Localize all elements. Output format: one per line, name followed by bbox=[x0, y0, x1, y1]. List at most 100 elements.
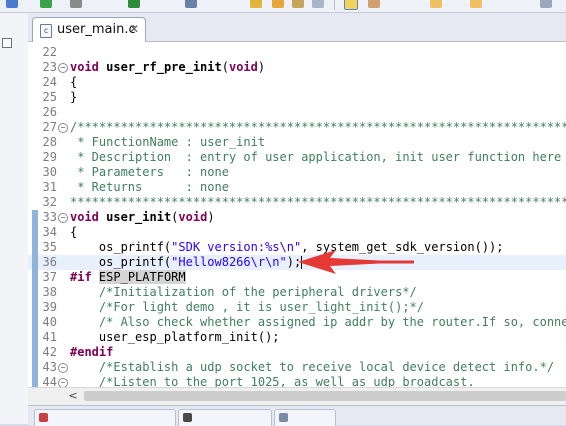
run-icon[interactable] bbox=[40, 0, 52, 8]
code-token: "Hellow8266\r\n" bbox=[171, 255, 287, 269]
code-text: #if ESP_PLATFORM bbox=[70, 270, 186, 285]
bottom-panel-tab-bar bbox=[28, 405, 566, 426]
code-token: void bbox=[228, 60, 258, 74]
bottom-tab-console[interactable] bbox=[178, 409, 272, 426]
code-token: ) bbox=[207, 210, 215, 224]
code-line[interactable]: 35 os_printf("SDK version:%s\n", system_… bbox=[28, 240, 566, 255]
fold-toggle-icon[interactable]: − bbox=[58, 123, 68, 133]
code-text: /***************************************… bbox=[70, 120, 566, 135]
code-token: ); bbox=[286, 255, 302, 269]
line-number: 35 bbox=[42, 240, 57, 254]
debug-icon[interactable] bbox=[70, 0, 82, 8]
restore-view-icon[interactable] bbox=[2, 38, 12, 48]
toolbar-separator bbox=[334, 0, 335, 10]
code-line[interactable]: 23− void user_rf_pre_init(void) bbox=[28, 60, 566, 75]
code-token: } bbox=[70, 90, 78, 104]
code-line[interactable]: 41 user_esp_platform_init(); bbox=[28, 330, 566, 345]
code-token: /*Listen to the port 1025, as well as ud… bbox=[70, 375, 475, 387]
code-line[interactable]: 31 * Returns : none bbox=[28, 180, 566, 195]
close-icon[interactable]: ✕ bbox=[129, 22, 139, 36]
scroll-left-arrow-icon[interactable]: < bbox=[66, 389, 80, 403]
code-text: user_esp_platform_init(); bbox=[70, 330, 280, 345]
forward-icon[interactable] bbox=[470, 0, 482, 8]
c-source-file-icon: c bbox=[40, 24, 52, 38]
code-line[interactable]: 29 * Description : entry of user applica… bbox=[28, 150, 566, 165]
code-text: * FunctionName : user_init bbox=[70, 135, 265, 150]
code-line[interactable]: 28 * FunctionName : user_init bbox=[28, 135, 566, 150]
code-token: * Returns : none bbox=[70, 180, 229, 194]
line-number: 38 bbox=[42, 285, 57, 299]
folder-icon[interactable] bbox=[272, 0, 284, 8]
build-icon[interactable] bbox=[6, 0, 18, 8]
code-editor[interactable]: 22 23− void user_rf_pre_init(void) 24{25} 26… bbox=[28, 42, 566, 387]
code-token: ( bbox=[221, 60, 229, 74]
perspective-icon[interactable] bbox=[540, 0, 552, 8]
code-line[interactable]: 34 { bbox=[28, 225, 566, 240]
next-annotation-icon[interactable] bbox=[368, 0, 380, 8]
line-number: 41 bbox=[42, 330, 57, 344]
code-line[interactable]: 44− /*Listen to the port 1025, as well a… bbox=[28, 375, 566, 387]
code-line[interactable]: 26 bbox=[28, 105, 566, 120]
tab-user-main-c[interactable]: c user_main.c ✕ bbox=[32, 17, 146, 42]
text-caret bbox=[301, 256, 303, 269]
horizontal-scrollbar[interactable]: < bbox=[28, 387, 566, 405]
line-number: 29 bbox=[42, 150, 57, 164]
line-number: 43 bbox=[42, 360, 57, 374]
code-line[interactable]: 37 #if ESP_PLATFORM bbox=[28, 270, 566, 285]
code-token: /*Establish a udp socket to receive loca… bbox=[70, 360, 555, 374]
scrollbar-thumb[interactable] bbox=[84, 391, 566, 401]
code-line[interactable]: 38 /*Initialization of the peripheral dr… bbox=[28, 285, 566, 300]
left-view-strip bbox=[0, 13, 29, 424]
search-icon[interactable] bbox=[292, 0, 304, 8]
line-number: 25 bbox=[42, 90, 57, 104]
back-icon[interactable] bbox=[430, 0, 442, 8]
save-icon[interactable] bbox=[185, 0, 197, 8]
code-line[interactable]: 32 **************************************… bbox=[28, 195, 566, 210]
line-number: 30 bbox=[42, 165, 57, 179]
code-line[interactable]: 30 * Parameters : none bbox=[28, 165, 566, 180]
code-line[interactable]: 39 /*For light demo , it is user_light_i… bbox=[28, 300, 566, 315]
code-line[interactable]: 36 os_printf("Hellow8266\r\n"); bbox=[28, 255, 566, 270]
code-line[interactable]: 40 /* Also check whether assigned ip add… bbox=[28, 315, 566, 330]
code-token: void bbox=[178, 210, 208, 224]
highlight-icon[interactable] bbox=[344, 0, 358, 10]
line-number: 33 bbox=[42, 210, 57, 224]
fold-toggle-icon[interactable]: − bbox=[58, 378, 68, 387]
code-line[interactable]: 24 { bbox=[28, 75, 566, 90]
code-text: } bbox=[70, 90, 77, 105]
code-text: * Description : entry of user applicatio… bbox=[70, 150, 561, 165]
export-icon[interactable] bbox=[312, 0, 324, 8]
code-line[interactable]: 25} bbox=[28, 90, 566, 105]
code-token: os_printf( bbox=[70, 255, 172, 269]
code-token: ESP_PLATFORM bbox=[98, 270, 186, 284]
fold-toggle-icon[interactable]: − bbox=[58, 63, 68, 73]
code-lines: 22 23− void user_rf_pre_init(void) 24{25} 26… bbox=[28, 45, 566, 387]
open-icon[interactable] bbox=[250, 0, 262, 8]
code-text: void user_init(void) bbox=[70, 210, 215, 225]
code-token: * Parameters : none bbox=[70, 165, 229, 179]
bottom-tab-properties[interactable] bbox=[274, 409, 336, 426]
code-line[interactable]: 33− void user_init(void) bbox=[28, 210, 566, 225]
code-line[interactable]: 22 bbox=[28, 45, 566, 60]
line-number: 36 bbox=[42, 255, 57, 269]
code-text: * Returns : none bbox=[70, 180, 229, 195]
line-number: 28 bbox=[42, 135, 57, 149]
line-number: 32 bbox=[42, 195, 57, 209]
refresh-icon[interactable] bbox=[128, 0, 140, 8]
code-token: ) bbox=[257, 60, 266, 74]
code-line[interactable]: 27−/************************************… bbox=[28, 120, 566, 135]
code-text: os_printf("Hellow8266\r\n"); bbox=[70, 255, 303, 270]
code-token: /*For light demo , it is user_light_init… bbox=[70, 300, 425, 314]
fold-toggle-icon[interactable]: − bbox=[58, 213, 68, 223]
fold-toggle-icon[interactable]: − bbox=[58, 363, 68, 373]
code-token: /* Also check whether assigned ip addr b… bbox=[70, 315, 566, 329]
code-text: ****************************************… bbox=[70, 195, 566, 210]
code-token: void bbox=[70, 60, 99, 74]
code-text: /*Initialization of the peripheral drive… bbox=[70, 285, 417, 300]
code-line[interactable]: 43− /*Establish a udp socket to receive … bbox=[28, 360, 566, 375]
code-text: /*Establish a udp socket to receive loca… bbox=[70, 360, 554, 375]
bottom-tab-problems[interactable] bbox=[34, 409, 176, 426]
code-token: user_init bbox=[106, 210, 172, 224]
code-token: /*Initialization of the peripheral drive… bbox=[70, 285, 417, 299]
code-line[interactable]: 42 #endif bbox=[28, 345, 566, 360]
